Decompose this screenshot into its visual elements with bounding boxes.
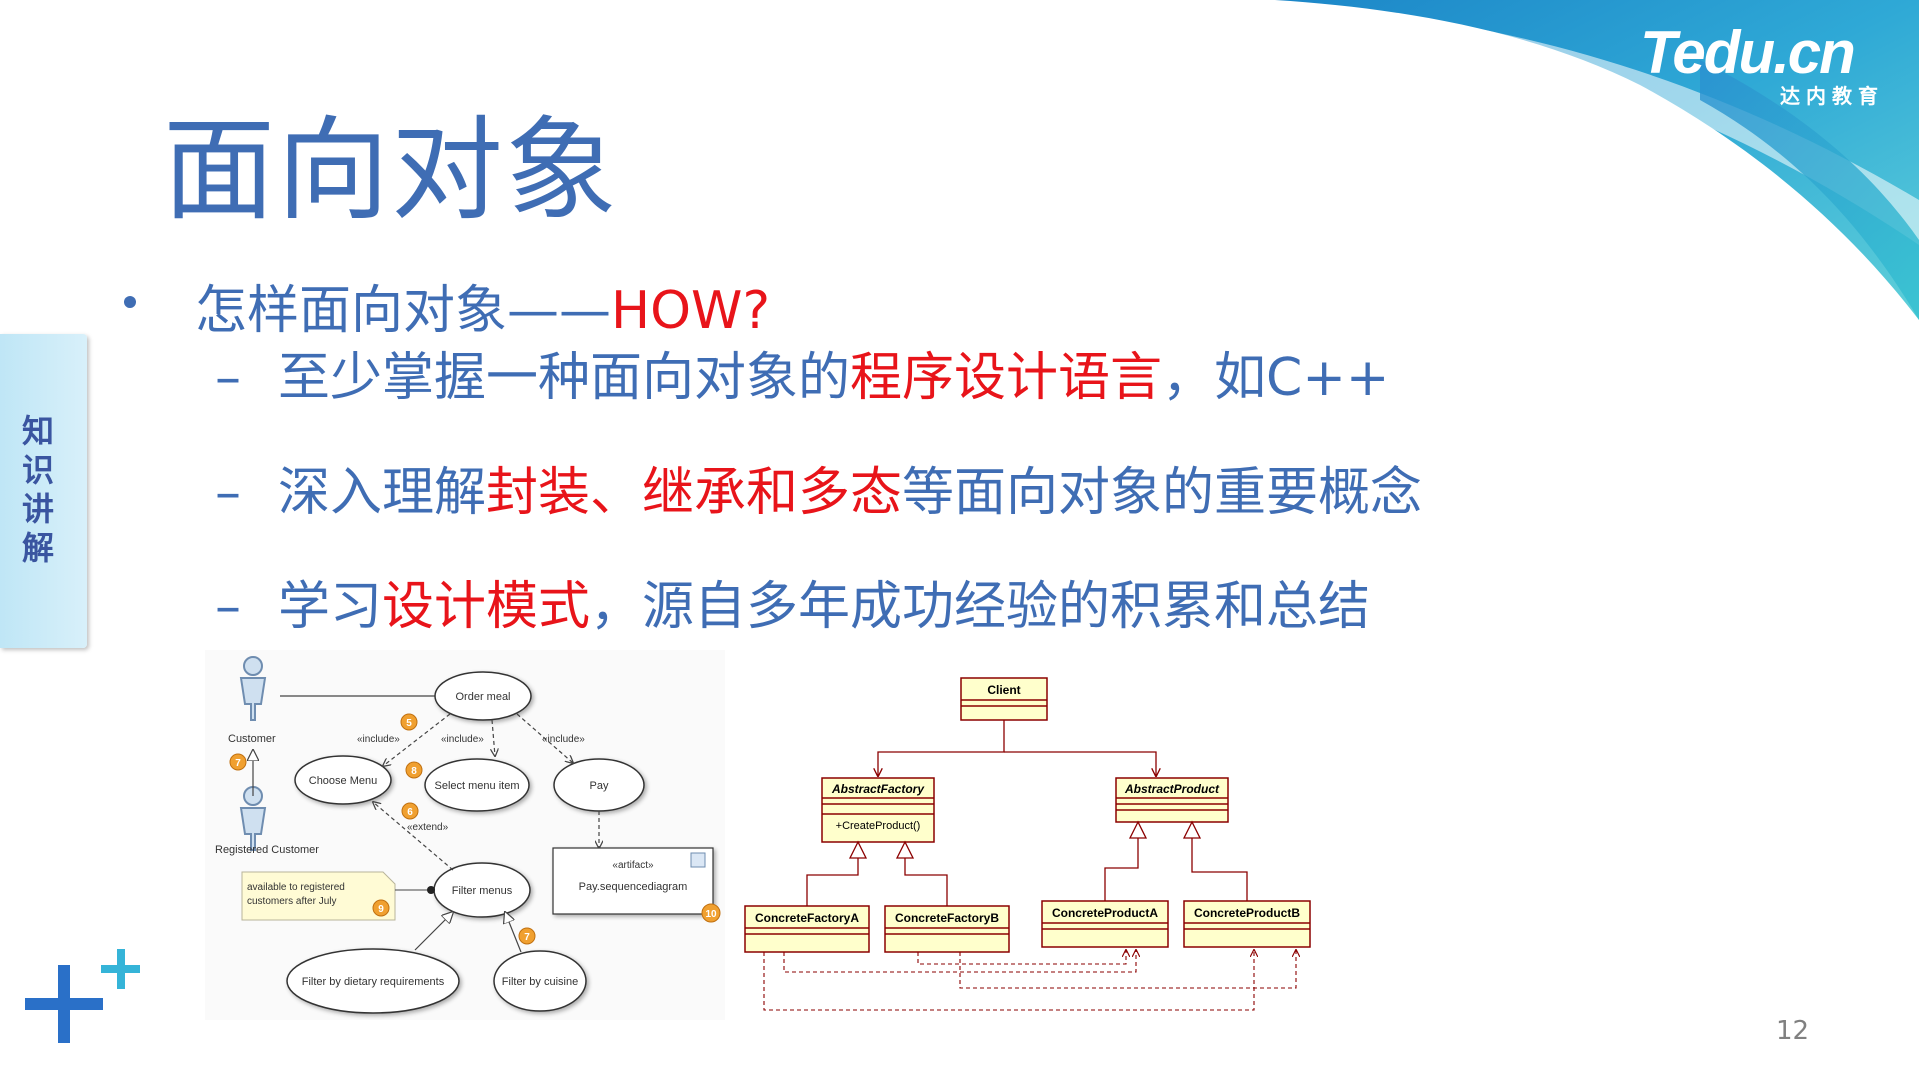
artifact-name: Pay.sequencediagram <box>579 881 688 893</box>
brand-name: Tedu.cn <box>1640 19 1856 86</box>
bullet-dot <box>124 296 136 308</box>
artifact-stereotype: «artifact» <box>612 860 654 871</box>
badge: 8 <box>411 766 417 777</box>
note-line-2: customers after July <box>247 896 336 907</box>
class-abstract-product: AbstractProduct <box>1124 782 1220 796</box>
sub-bullet-1-highlight: 程序设计语言 <box>850 348 1163 408</box>
stereotype-extend: «extend» <box>407 822 449 833</box>
actor-registered-label: Registered Customer <box>215 844 319 856</box>
artifact-icon <box>690 852 706 868</box>
note-line-1: available to registered <box>247 882 345 893</box>
brand-tagline: 达内教育 <box>1780 84 1884 108</box>
sub-bullet-2: 深入理解封装、继承和多态等面向对象的重要概念 <box>278 467 1422 519</box>
sub-bullet-dash: – <box>215 463 241 523</box>
main-bullet-highlight: HOW? <box>611 281 771 341</box>
sub-bullet-dash: – <box>215 348 241 408</box>
stereotype-include-2: «include» <box>441 734 484 745</box>
sub-bullet-dash: – <box>215 577 241 637</box>
class-operation: +CreateProduct() <box>836 820 921 832</box>
usecase-filter-cuisine: Filter by cuisine <box>502 976 578 988</box>
sub-bullet-1-part: 至少掌握一种面向对象的 <box>278 348 851 408</box>
side-tab-label: 知识讲解 <box>21 412 54 567</box>
usecase-order-meal: Order meal <box>455 691 510 703</box>
sub-bullet-1: 至少掌握一种面向对象的程序设计语言，如C++ <box>278 352 1389 404</box>
main-bullet: 怎样面向对象——HOW? <box>195 285 770 337</box>
badge: 9 <box>378 904 384 915</box>
sub-bullet-3-part: ，源自多年成功经验的积累和总结 <box>590 577 1371 637</box>
sub-bullet-3: 学习设计模式，源自多年成功经验的积累和总结 <box>278 581 1370 633</box>
usecase-choose-menu: Choose Menu <box>309 775 378 787</box>
badge: 7 <box>235 758 241 769</box>
class-concrete-product-b: ConcreteProductB <box>1194 906 1300 920</box>
class-client: Client <box>987 683 1020 697</box>
sub-bullet-3-highlight: 设计模式 <box>382 577 591 637</box>
badge: 5 <box>406 718 412 729</box>
plus-decoration-icon <box>25 949 140 1043</box>
class-concrete-product-a: ConcreteProductA <box>1052 906 1158 920</box>
main-bullet-text: 怎样面向对象—— <box>195 281 612 341</box>
slide-title: 面向对象 <box>163 106 619 236</box>
class-diagram: Client AbstractFactory AbstractProduct C… <box>744 677 1311 1011</box>
badge: 10 <box>705 909 717 920</box>
class-concrete-factory-a: ConcreteFactoryA <box>755 911 859 925</box>
usecase-select-menu-item: Select menu item <box>435 780 520 792</box>
usecase-diagram: Customer Registered Customer Order meal … <box>205 650 725 1020</box>
stereotype-include-1: «include» <box>357 734 400 745</box>
sub-bullet-2-highlight: 封装、继承和多态 <box>486 463 903 523</box>
sub-bullet-3-part: 学习 <box>278 577 383 637</box>
usecase-pay: Pay <box>590 780 609 792</box>
badge: 7 <box>524 932 530 943</box>
badge: 6 <box>407 807 413 818</box>
sub-bullet-2-part: 深入理解 <box>278 463 487 523</box>
usecase-filter-menus: Filter menus <box>452 885 513 897</box>
page-number: 12 <box>1776 1016 1810 1046</box>
class-abstract-factory: AbstractFactory <box>831 782 925 796</box>
actor-customer-label: Customer <box>228 733 276 745</box>
sub-bullet-2-part: 等面向对象的重要概念 <box>902 463 1423 523</box>
sub-bullet-1-part: ，如C++ <box>1162 348 1390 408</box>
class-concrete-factory-b: ConcreteFactoryB <box>895 911 999 925</box>
stereotype-include-3: «include» <box>542 734 585 745</box>
usecase-filter-dietary: Filter by dietary requirements <box>302 976 445 988</box>
brand-logo: Tedu.cn 达内教育 <box>1640 18 1910 108</box>
